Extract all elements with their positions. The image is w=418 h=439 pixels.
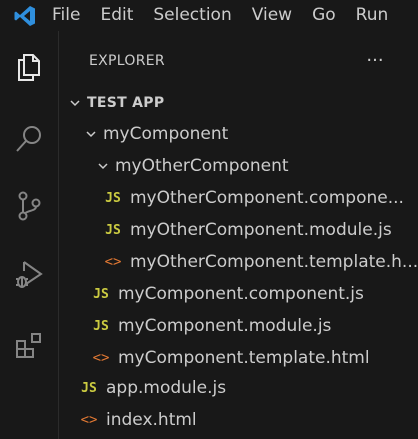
- tree-folder-myothercomponent[interactable]: myOtherComponent: [59, 150, 418, 182]
- tree-file[interactable]: <> myComponent.template.html: [59, 342, 418, 374]
- run-debug-icon[interactable]: [0, 245, 58, 305]
- explorer-icon[interactable]: [0, 37, 58, 97]
- html-file-icon: <>: [104, 254, 122, 270]
- file-label: myComponent.component.js: [118, 284, 364, 304]
- tree-file[interactable]: JS myComponent.component.js: [59, 278, 418, 310]
- menu-selection[interactable]: Selection: [143, 0, 241, 31]
- tree-file[interactable]: JS myComponent.module.js: [59, 310, 418, 342]
- chevron-down-icon: [95, 158, 111, 174]
- js-file-icon: JS: [105, 190, 121, 206]
- file-label: index.html: [106, 410, 197, 430]
- folder-label: myOtherComponent: [115, 156, 289, 176]
- file-label: myComponent.template.html: [118, 348, 370, 368]
- js-file-icon: JS: [93, 286, 109, 302]
- file-label: app.module.js: [106, 378, 227, 398]
- file-label: myComponent.module.js: [118, 316, 332, 336]
- menu-run[interactable]: Run: [346, 0, 399, 31]
- file-label: myOtherComponent.compone...: [130, 188, 404, 208]
- file-label: myOtherComponent.template.h...: [130, 252, 418, 272]
- html-file-icon: <>: [92, 350, 110, 366]
- more-actions-button[interactable]: ···: [363, 49, 387, 73]
- menu-edit[interactable]: Edit: [90, 0, 143, 31]
- menu-file[interactable]: File: [50, 0, 90, 31]
- js-file-icon: JS: [81, 380, 97, 396]
- explorer-title: EXPLORER: [89, 53, 165, 69]
- tree-root-test-app[interactable]: TEST APP: [59, 87, 418, 119]
- menu-go[interactable]: Go: [302, 0, 346, 31]
- chevron-down-icon: [67, 95, 83, 111]
- explorer-sidebar: EXPLORER ··· TEST APP myComponent myOthe…: [59, 31, 418, 439]
- html-file-icon: <>: [80, 412, 98, 428]
- chevron-down-icon: [83, 126, 99, 142]
- vscode-logo-icon: [0, 0, 50, 31]
- tree-file[interactable]: <> index.html: [59, 404, 418, 436]
- js-file-icon: JS: [105, 222, 121, 238]
- folder-label: myComponent: [103, 124, 229, 144]
- menu-bar: File Edit Selection View Go Run: [0, 0, 418, 31]
- tree-root-label: TEST APP: [87, 95, 165, 111]
- js-file-icon: JS: [93, 318, 109, 334]
- tree-file[interactable]: JS myOtherComponent.module.js: [59, 214, 418, 246]
- extensions-icon[interactable]: [0, 316, 58, 376]
- tree-file[interactable]: JS app.module.js: [59, 372, 418, 404]
- source-control-icon[interactable]: [0, 176, 58, 236]
- tree-file[interactable]: <> myOtherComponent.template.h...: [59, 246, 418, 278]
- file-label: myOtherComponent.module.js: [130, 220, 392, 240]
- tree-folder-mycomponent[interactable]: myComponent: [59, 118, 418, 150]
- tree-file[interactable]: JS myOtherComponent.compone...: [59, 182, 418, 214]
- menu-view[interactable]: View: [242, 0, 302, 31]
- search-icon[interactable]: [0, 109, 58, 169]
- activity-bar: [0, 31, 59, 439]
